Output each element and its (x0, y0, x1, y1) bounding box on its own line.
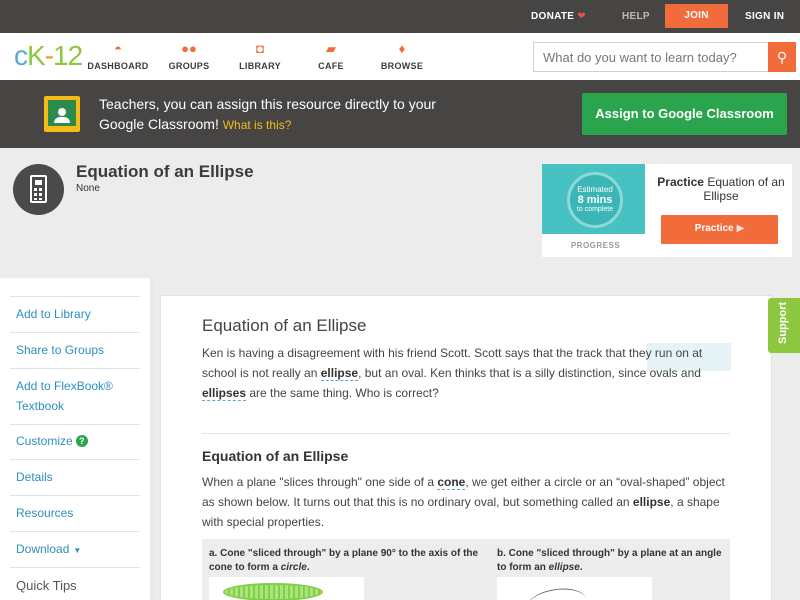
practice-button[interactable]: Practice ▶ (661, 215, 778, 244)
library-icon: ◘ (256, 41, 264, 56)
nav-cafe[interactable]: ▰ CAFE (296, 41, 366, 71)
page-title: Equation of an Ellipse (76, 162, 254, 181)
nav-dashboard[interactable]: ◓ DASHBOARD (83, 41, 153, 71)
main-nav: cK-12 ◓ DASHBOARD ●● GROUPS ◘ LIBRARY ▰ … (0, 33, 800, 80)
nav-cafe-label: CAFE (318, 61, 344, 71)
sidebar-divider (150, 278, 153, 600)
logo-k: K (27, 40, 46, 71)
dashboard-icon: ◓ (114, 41, 122, 56)
figure-caption-a: a. Cone "sliced through" by a plane 90° … (209, 548, 479, 573)
lesson-content: Equation of an Ellipse Ken is having a d… (160, 295, 772, 600)
chevron-right-icon: ▶ (736, 223, 745, 234)
browse-icon: ♦ (398, 41, 406, 56)
donate-link[interactable]: DONATE ❤ (531, 0, 586, 33)
cafe-icon: ▰ (326, 41, 336, 56)
vocab-ellipses-link[interactable]: ellipses (202, 386, 247, 401)
estimated-mins: 8 mins (577, 194, 613, 206)
progress-circle: Estimated 8 mins to complete (567, 172, 623, 228)
cone-circle-image (209, 577, 364, 600)
download-link[interactable]: Download ▼ (16, 539, 138, 561)
download-label: Download (16, 542, 70, 556)
assign-google-classroom-button[interactable]: Assign to Google Classroom (582, 93, 787, 135)
ck12-logo[interactable]: cK-12 (14, 40, 83, 71)
divider (10, 296, 140, 297)
heart-icon: ❤ (577, 11, 586, 22)
nav-browse[interactable]: ♦ BROWSE (367, 41, 437, 71)
nav-library[interactable]: ◘ LIBRARY (225, 41, 295, 71)
caret-down-icon: ▼ (73, 546, 82, 555)
what-is-this-link[interactable]: What is this? (223, 118, 292, 132)
divider (10, 459, 140, 460)
page-subtitle: None (76, 183, 100, 194)
cone-ellipse-image (497, 577, 652, 600)
body-paragraph: When a plane "slices through" one side o… (202, 475, 725, 529)
intro-paragraph: Ken is having a disagreement with his fr… (202, 346, 703, 401)
divider (10, 567, 140, 568)
practice-card: Estimated 8 mins to complete PROGRESS Pr… (542, 164, 792, 257)
to-complete-label: to complete (576, 206, 614, 213)
groups-icon: ●● (181, 41, 197, 56)
title-area: Equation of an Ellipse None Estimated 8 … (0, 148, 800, 278)
vocab-cone-link[interactable]: cone (437, 475, 466, 490)
customize-label: Customize (16, 434, 73, 448)
divider (10, 424, 140, 425)
customize-link[interactable]: Customize? (16, 431, 138, 451)
nav-library-label: LIBRARY (239, 61, 281, 71)
share-to-groups-link[interactable]: Share to Groups (16, 340, 138, 360)
vocab-ellipse-link[interactable]: ellipse (320, 366, 359, 381)
quick-tips-heading: Quick Tips (16, 578, 77, 593)
cone-figure: a. Cone "sliced through" by a plane 90° … (202, 539, 730, 600)
nav-groups-label: GROUPS (168, 61, 210, 71)
sidebar: Add to Library Share to Groups Add to Fl… (0, 278, 152, 600)
progress-panel: Estimated 8 mins to complete PROGRESS (542, 164, 645, 257)
ellipse-term: ellipse (632, 495, 671, 509)
section-divider (202, 433, 730, 434)
divider (10, 332, 140, 333)
estimated-label: Estimated (577, 185, 613, 194)
calculator-icon (13, 164, 64, 215)
support-label: Support (777, 301, 789, 344)
donate-label: DONATE (531, 11, 575, 22)
help-icon[interactable]: ? (75, 435, 88, 447)
details-link[interactable]: Details (16, 467, 138, 487)
google-classroom-banner: Teachers, you can assign this resource d… (0, 80, 800, 148)
nav-dashboard-label: DASHBOARD (87, 61, 149, 71)
nav-groups[interactable]: ●● GROUPS (154, 41, 224, 71)
practice-button-label: Practice (694, 223, 734, 234)
search-icon[interactable]: ⚲ (768, 42, 796, 72)
sign-in-link[interactable]: SIGN IN (745, 0, 784, 33)
help-link[interactable]: HELP (622, 0, 650, 33)
search-box: ⚲ (533, 42, 796, 72)
practice-title: Practice Equation of an Ellipse (657, 175, 785, 203)
logo-dash: - (44, 40, 54, 71)
figure-caption-b: b. Cone "sliced through" by a plane at a… (497, 548, 722, 573)
support-tab[interactable]: Support (768, 298, 800, 353)
classroom-message: Teachers, you can assign this resource d… (99, 94, 479, 135)
top-bar: DONATE ❤ HELP JOIN SIGN IN (0, 0, 800, 33)
join-button[interactable]: JOIN (665, 4, 728, 28)
google-classroom-icon (44, 96, 80, 132)
divider (10, 495, 140, 496)
divider (10, 531, 140, 532)
logo-c: c (14, 40, 28, 71)
progress-label: PROGRESS (570, 241, 621, 250)
section-heading: Equation of an Ellipse (202, 448, 349, 464)
logo-12: 12 (53, 40, 83, 71)
search-input[interactable] (534, 43, 770, 71)
divider (10, 368, 140, 369)
resources-link[interactable]: Resources (16, 503, 138, 523)
add-to-library-link[interactable]: Add to Library (16, 304, 138, 324)
add-to-flexbook-link[interactable]: Add to FlexBook® Textbook (16, 376, 138, 416)
nav-browse-label: BROWSE (380, 61, 424, 71)
lesson-heading: Equation of an Ellipse (202, 316, 367, 335)
